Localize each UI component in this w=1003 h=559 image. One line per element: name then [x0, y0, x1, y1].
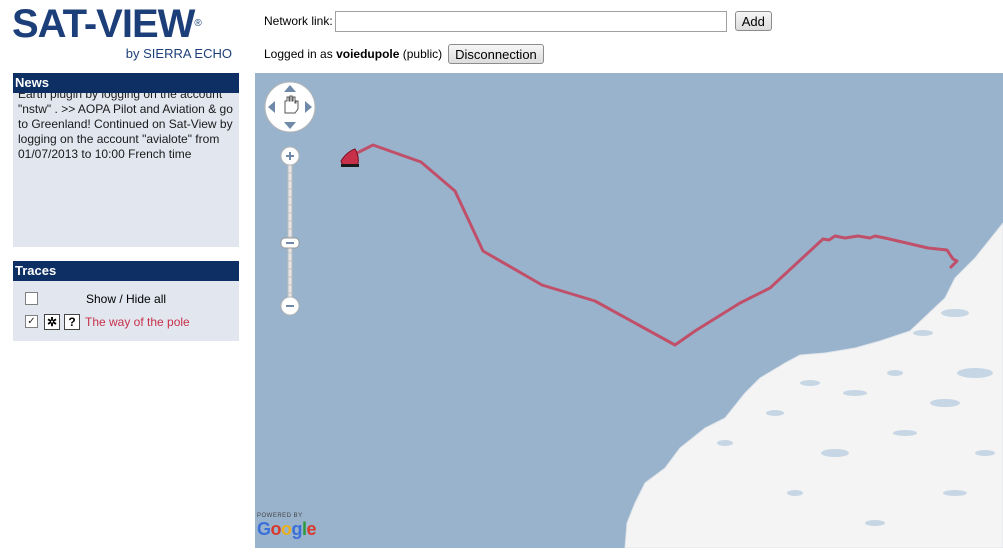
news-text: Earth plugin by logging on the account "…: [18, 93, 233, 161]
sat-view-logo: SAT-VIEW® by SIERRA ECHO: [12, 4, 242, 62]
visibility-label: (public): [402, 47, 443, 61]
traces-panel: Traces Show / Hide all ✓ ✲ ? The way of …: [13, 261, 239, 341]
boat-marker-icon[interactable]: [340, 148, 359, 167]
map-canvas[interactable]: [255, 73, 1003, 548]
trace-item: ✓ ✲ ? The way of the pole: [13, 310, 239, 333]
map-view[interactable]: POWERED BY Google: [255, 73, 1003, 548]
trace-checkbox[interactable]: ✓: [25, 315, 38, 328]
zoom-slider-handle: [280, 237, 300, 249]
pan-control[interactable]: [264, 81, 316, 133]
zoom-control[interactable]: [280, 146, 300, 316]
username: voiedupole: [336, 47, 400, 61]
network-link-input[interactable]: [334, 10, 727, 32]
traces-title: Traces: [13, 261, 239, 281]
locate-icon[interactable]: ✲: [44, 313, 60, 330]
disconnection-button[interactable]: Disconnection: [448, 44, 544, 64]
help-icon[interactable]: ?: [64, 313, 80, 330]
news-panel: News Earth plugin by logging on the acco…: [13, 73, 239, 247]
logo-subtitle: by SIERRA ECHO: [125, 46, 232, 61]
news-title: News: [13, 73, 239, 93]
google-logo: Google: [257, 519, 317, 539]
show-hide-all-label[interactable]: Show / Hide all: [86, 292, 166, 306]
plus-icon: [280, 146, 300, 166]
add-button[interactable]: Add: [734, 11, 772, 31]
news-body[interactable]: Earth plugin by logging on the account "…: [13, 93, 239, 247]
google-attribution[interactable]: POWERED BY Google: [257, 513, 317, 540]
minus-icon: [280, 296, 300, 316]
logged-in-prefix: Logged in as: [264, 47, 333, 61]
network-link-label: Network link:: [264, 14, 333, 28]
trace-path: [352, 143, 959, 347]
logo-title: SAT-VIEW®: [12, 2, 202, 46]
show-hide-all-checkbox[interactable]: [25, 292, 38, 305]
top-toolbar: Network link: Add Logged in as voiedupol…: [264, 10, 772, 65]
trace-name[interactable]: The way of the pole: [85, 315, 190, 329]
show-hide-row: Show / Hide all: [13, 287, 239, 310]
